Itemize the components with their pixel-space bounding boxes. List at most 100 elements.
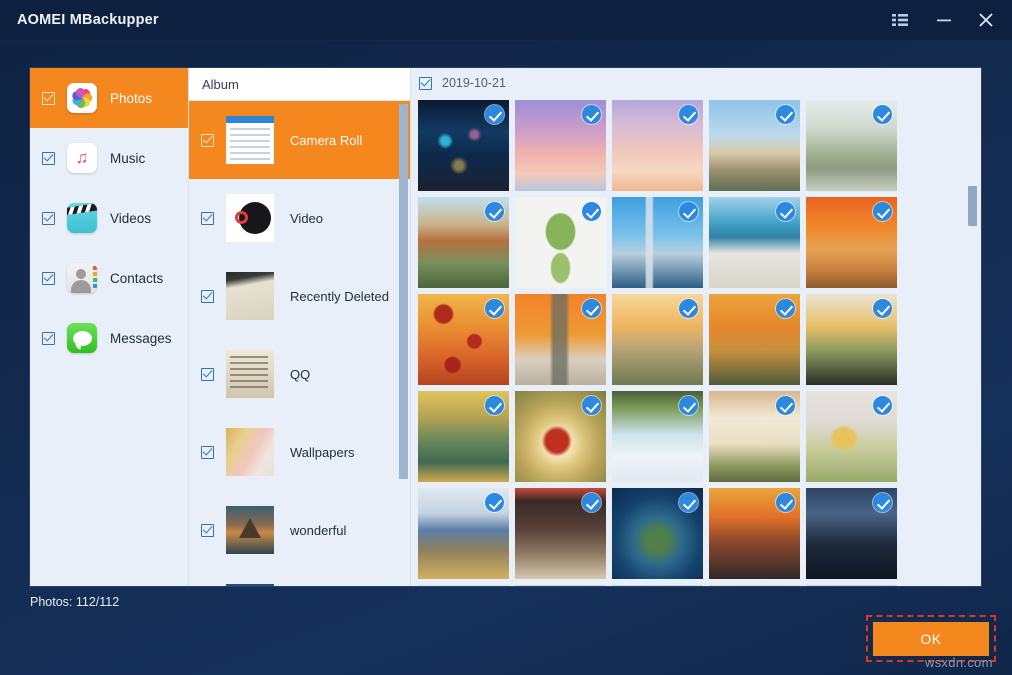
album-item-wonderful[interactable]: wonderful [189,491,411,569]
photo-date-label: 2019-10-21 [442,76,506,90]
album-list[interactable]: Camera Roll Video Recently Deleted [189,101,411,586]
photo-selected-check[interactable] [873,493,892,512]
photo-thumbnail[interactable] [612,585,703,586]
sidebar-item-contacts[interactable]: Contacts [30,248,188,308]
photo-selected-check[interactable] [582,105,601,124]
checkbox-wallpapers[interactable] [201,446,214,459]
album-item-recently-deleted[interactable]: Recently Deleted [189,257,411,335]
photo-thumbnail[interactable] [806,391,897,482]
photo-thumbnail[interactable] [806,585,897,586]
album-item-video[interactable]: Video [189,179,411,257]
photo-selected-check[interactable] [485,202,504,221]
photo-selected-check[interactable] [873,105,892,124]
photo-selected-check[interactable] [679,493,698,512]
album-thumbnail [226,272,274,320]
photo-thumbnail[interactable] [418,100,509,191]
photo-selected-check[interactable] [582,202,601,221]
album-item-partial[interactable] [189,569,411,586]
photo-selected-check[interactable] [873,396,892,415]
sidebar-item-label: Messages [110,331,172,346]
photo-thumbnail[interactable] [709,100,800,191]
checkbox-camera-roll[interactable] [201,134,214,147]
photo-thumbnail[interactable] [709,294,800,385]
photo-thumbnail[interactable] [515,100,606,191]
photo-thumbnail[interactable] [709,391,800,482]
main-panel: Photos ♫ Music Videos [30,68,981,586]
photo-thumbnail[interactable] [709,488,800,579]
sidebar-item-music[interactable]: ♫ Music [30,128,188,188]
close-icon[interactable] [969,0,1003,41]
photo-thumbnail[interactable] [709,585,800,586]
photo-thumbnail[interactable] [806,197,897,288]
sidebar-item-label: Photos [110,91,152,106]
photo-selected-check[interactable] [679,105,698,124]
photo-selected-check[interactable] [776,493,795,512]
photo-thumbnail[interactable] [612,488,703,579]
photo-thumbnail[interactable] [612,100,703,191]
photo-selected-check[interactable] [679,202,698,221]
photo-thumbnail[interactable] [418,294,509,385]
photo-thumbnail[interactable] [418,488,509,579]
sidebar-item-videos[interactable]: Videos [30,188,188,248]
photo-thumbnail[interactable] [418,197,509,288]
photo-selected-check[interactable] [485,493,504,512]
sidebar-item-messages[interactable]: Messages [30,308,188,368]
album-scrollbar-thumb[interactable] [399,104,408,479]
album-item-qq[interactable]: QQ [189,335,411,413]
photo-thumbnail[interactable] [515,391,606,482]
photo-selected-check[interactable] [776,396,795,415]
checkbox-videos[interactable] [42,212,55,225]
photo-selected-check[interactable] [582,299,601,318]
photo-thumbnail[interactable] [418,585,509,586]
photo-thumbnail[interactable] [515,585,606,586]
photo-selected-check[interactable] [582,493,601,512]
photo-thumbnail[interactable] [418,391,509,482]
album-header-label: Album [202,77,239,92]
photo-selected-check[interactable] [776,299,795,318]
photo-grid-scrollbar-thumb[interactable] [968,186,977,226]
ok-button[interactable]: OK [873,622,989,656]
photo-selected-check[interactable] [776,202,795,221]
checkbox-qq[interactable] [201,368,214,381]
photo-selected-check[interactable] [485,299,504,318]
album-item-camera-roll[interactable]: Camera Roll [189,101,411,179]
photo-selected-check[interactable] [485,396,504,415]
photo-date-group-header[interactable]: 2019-10-21 [411,68,981,98]
album-thumbnail [226,584,274,586]
photo-selected-check[interactable] [873,202,892,221]
photo-selected-check[interactable] [679,396,698,415]
sidebar-item-photos[interactable]: Photos [30,68,188,128]
photo-thumbnail[interactable] [515,488,606,579]
checkbox-wonderful[interactable] [201,524,214,537]
photo-selected-check[interactable] [776,105,795,124]
album-item-wallpapers[interactable]: Wallpapers [189,413,411,491]
photo-thumbnail[interactable] [806,294,897,385]
checkbox-messages[interactable] [42,332,55,345]
checkbox-music[interactable] [42,152,55,165]
photo-thumbnail[interactable] [612,197,703,288]
photo-thumbnail[interactable] [515,294,606,385]
photo-grid-scrollbar[interactable] [968,102,977,582]
photo-thumbnail[interactable] [709,197,800,288]
photo-grid-panel: 2019-10-21 [410,68,981,586]
list-view-icon[interactable] [883,0,917,41]
photo-thumbnail[interactable] [612,294,703,385]
minimize-icon[interactable] [927,0,961,41]
photo-thumbnail[interactable] [612,391,703,482]
messages-app-icon [67,323,97,353]
photo-selected-check[interactable] [485,105,504,124]
contacts-app-icon [67,263,97,293]
checkbox-recently-deleted[interactable] [201,290,214,303]
photo-thumbnail[interactable] [806,100,897,191]
photo-selected-check[interactable] [582,396,601,415]
checkbox-photos[interactable] [42,92,55,105]
photo-thumbnail[interactable] [806,488,897,579]
album-item-label: Recently Deleted [290,289,389,304]
checkbox-date-group[interactable] [419,77,432,90]
photo-selected-check[interactable] [873,299,892,318]
album-scrollbar[interactable] [399,104,408,582]
checkbox-video[interactable] [201,212,214,225]
photo-thumbnail[interactable] [515,197,606,288]
photo-selected-check[interactable] [679,299,698,318]
checkbox-contacts[interactable] [42,272,55,285]
